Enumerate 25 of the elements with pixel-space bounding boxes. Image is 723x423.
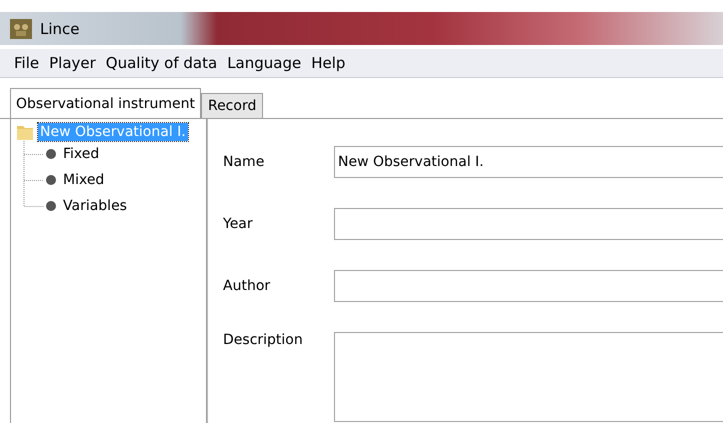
menu-item[interactable]: File xyxy=(14,54,40,72)
field-label: Description xyxy=(223,332,304,348)
menu-item[interactable]: Player xyxy=(49,54,96,72)
field-label: Name xyxy=(223,154,266,170)
field-label: Author xyxy=(223,278,272,294)
menu-item[interactable]: Quality of data xyxy=(106,54,218,72)
bullet-icon xyxy=(45,148,57,160)
tab[interactable]: Observational instrument xyxy=(10,88,201,118)
folder-icon xyxy=(16,123,34,141)
bullet-icon xyxy=(45,200,57,212)
field-label: Year xyxy=(223,216,254,232)
input-field[interactable] xyxy=(334,270,723,302)
window-title: Lince xyxy=(40,20,80,38)
input-field[interactable] xyxy=(334,208,723,240)
tree-item[interactable]: Mixed xyxy=(61,171,106,189)
menu-item[interactable]: Help xyxy=(311,54,346,72)
bullet-icon xyxy=(45,174,57,186)
description-field[interactable] xyxy=(334,332,723,422)
input-field[interactable]: New Observational I. xyxy=(334,146,723,178)
app-icon xyxy=(10,18,32,38)
tab[interactable]: Record xyxy=(200,93,264,118)
menu-item[interactable]: Language xyxy=(227,54,302,72)
connector-line xyxy=(23,141,45,167)
tree-item[interactable]: Fixed xyxy=(61,145,102,163)
tree-item[interactable]: Variables xyxy=(61,197,129,215)
